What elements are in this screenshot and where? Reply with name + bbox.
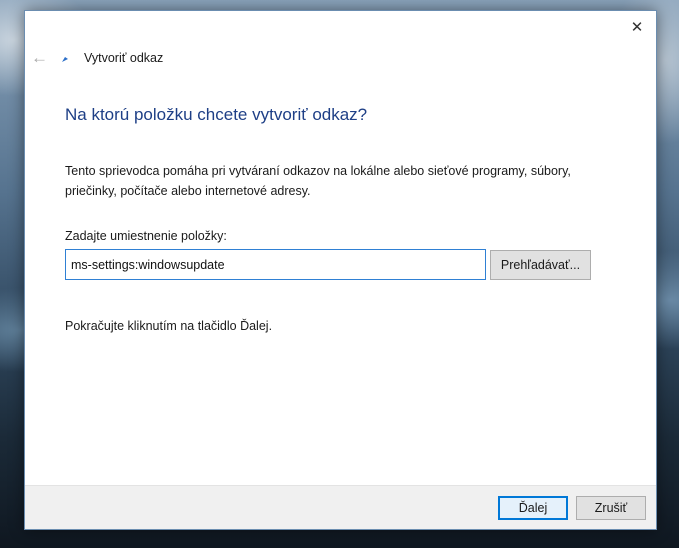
next-button[interactable]: Ďalej bbox=[498, 496, 568, 520]
continue-hint: Pokračujte kliknutím na tlačidlo Ďalej. bbox=[65, 319, 273, 333]
location-input[interactable] bbox=[65, 249, 486, 280]
back-arrow-icon: ← bbox=[31, 48, 48, 67]
close-button[interactable]: ✕ bbox=[626, 17, 648, 37]
create-shortcut-dialog: ✕ ← Vytvoriť odkaz Na ktorú položku chce… bbox=[24, 10, 657, 530]
close-icon: ✕ bbox=[630, 19, 644, 36]
page-heading: Na ktorú položku chcete vytvoriť odkaz? bbox=[65, 105, 368, 124]
wizard-description: Tento sprievodca pomáha pri vytváraní od… bbox=[65, 164, 571, 198]
dialog-footer: Ďalej Zrušiť bbox=[25, 485, 656, 529]
shortcut-wizard-icon bbox=[62, 57, 68, 62]
location-label: Zadajte umiestnenie položky: bbox=[65, 229, 227, 243]
browse-button[interactable]: Prehľadávať... bbox=[490, 250, 591, 280]
wizard-header: ← Vytvoriť odkaz bbox=[25, 47, 656, 71]
dialog-title: Vytvoriť odkaz bbox=[84, 51, 164, 65]
back-button[interactable]: ← bbox=[31, 47, 51, 69]
cancel-button[interactable]: Zrušiť bbox=[576, 496, 646, 520]
